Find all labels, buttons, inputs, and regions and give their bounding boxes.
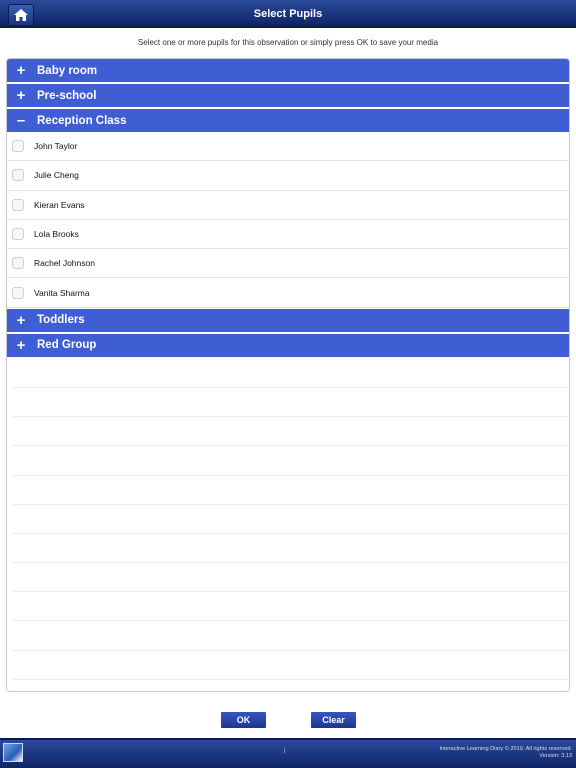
pupil-row[interactable]: Lola Brooks (7, 220, 569, 250)
group-header-pre-school[interactable]: + Pre-school (7, 84, 569, 107)
pupil-checkbox[interactable] (12, 257, 24, 270)
pupil-checkbox[interactable] (12, 198, 24, 211)
bottom-bar: i Interactive Learning Diary © 2019. All… (0, 738, 576, 768)
instruction-text: Select one or more pupils for this obser… (137, 38, 439, 47)
info-icon[interactable]: i (284, 748, 286, 755)
pupil-row[interactable]: John Taylor (7, 132, 569, 162)
expand-icon: + (16, 311, 26, 329)
empty-row (13, 621, 569, 651)
pupil-row[interactable]: Kieran Evans (7, 191, 569, 220)
group-label: Pre-school (37, 89, 97, 102)
pupil-name: Vanita Sharma (34, 287, 90, 298)
group-label: Toddlers (37, 314, 85, 327)
group-label: Baby room (37, 64, 98, 77)
pupil-name: John Taylor (34, 141, 78, 152)
expand-icon: + (16, 87, 26, 104)
pupil-name: Julie Cheng (34, 170, 79, 181)
pupil-checkbox[interactable] (12, 228, 24, 241)
empty-row (13, 505, 569, 534)
collapse-icon: – (16, 112, 26, 129)
empty-row (13, 651, 569, 680)
group-header-reception-class[interactable]: – Reception Class (7, 109, 569, 132)
app-logo-icon (3, 743, 23, 762)
empty-row (13, 534, 569, 564)
ok-button[interactable]: OK (221, 712, 266, 728)
pupil-checkbox[interactable] (12, 286, 24, 299)
pupil-name: Rachel Johnson (34, 258, 95, 269)
footer-text: Interactive Learning Diary © 2019. All r… (439, 746, 572, 760)
pupil-name: Kieran Evans (34, 199, 85, 210)
empty-row (13, 563, 569, 593)
pupil-row[interactable]: Vanita Sharma (7, 278, 569, 308)
page-title: Select Pupils (253, 8, 323, 20)
pupil-checkbox[interactable] (12, 140, 24, 153)
empty-row (13, 417, 569, 447)
pupil-list-panel: + Baby room + Pre-school – Reception Cla… (6, 58, 570, 692)
pupil-name: Lola Brooks (34, 229, 79, 240)
top-bar: Select Pupils (0, 0, 576, 28)
empty-row (13, 592, 569, 622)
empty-row (13, 359, 569, 388)
pupil-row[interactable]: Rachel Johnson (7, 249, 569, 279)
group-label: Reception Class (37, 114, 127, 127)
empty-row (13, 446, 569, 476)
group-label: Red Group (37, 339, 97, 352)
clear-button[interactable]: Clear (311, 712, 356, 728)
group-header-baby-room[interactable]: + Baby room (7, 59, 569, 82)
expand-icon: + (16, 336, 26, 354)
pupil-checkbox[interactable] (12, 169, 24, 182)
empty-row (13, 388, 569, 418)
group-header-toddlers[interactable]: + Toddlers (7, 308, 569, 332)
empty-row (13, 476, 569, 505)
expand-icon: + (16, 62, 26, 79)
pupil-row[interactable]: Julie Cheng (7, 161, 569, 191)
copyright-text: Interactive Learning Diary © 2019. All r… (439, 746, 572, 752)
version-text: Version: 3.13 (539, 753, 572, 759)
group-header-red-group[interactable]: + Red Group (7, 333, 569, 357)
